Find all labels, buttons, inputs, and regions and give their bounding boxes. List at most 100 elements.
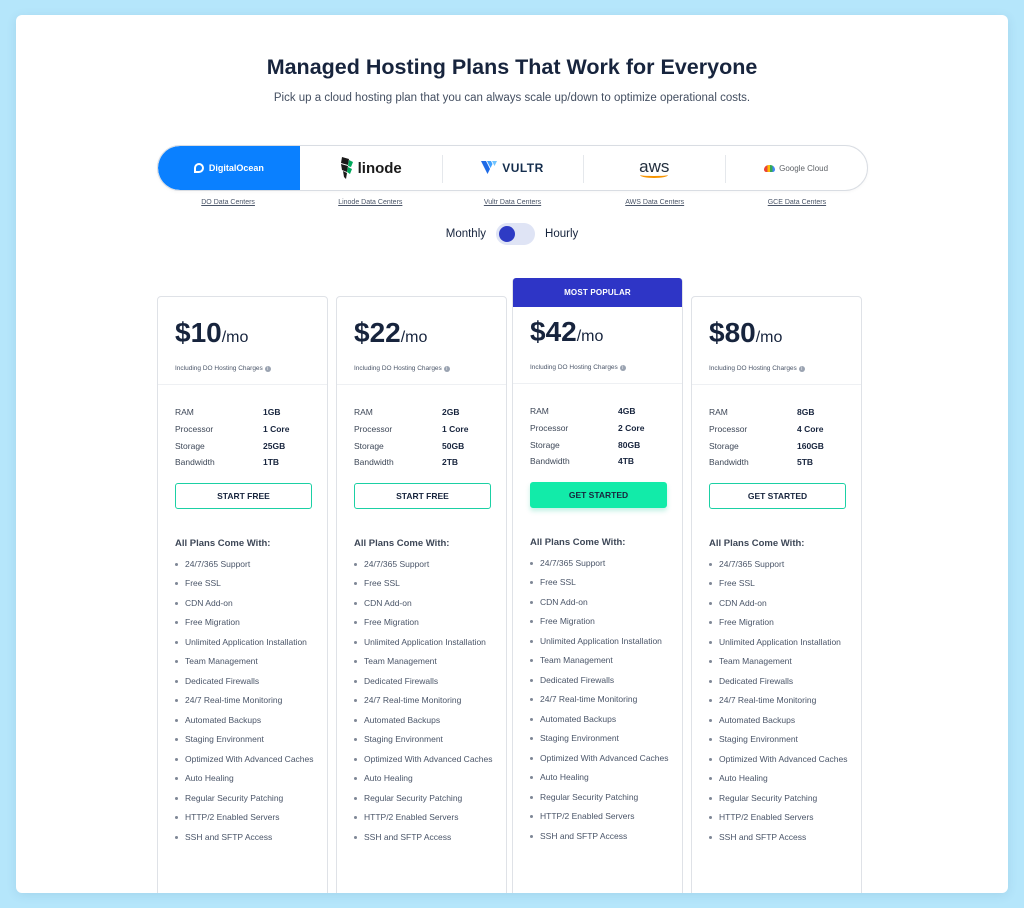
feature-item: Staging Environment <box>175 733 315 746</box>
spec-row: RAM 2GB <box>354 404 506 421</box>
info-icon[interactable]: i <box>264 365 271 372</box>
spec-value: 8GB <box>797 407 815 418</box>
plan-price: $42 /mo <box>530 316 682 356</box>
billing-toggle-row: Monthly Hourly <box>16 222 1008 246</box>
divider <box>158 384 327 385</box>
monthly-label[interactable]: Monthly <box>446 228 486 240</box>
billing-toggle[interactable] <box>496 223 536 245</box>
hourly-label[interactable]: Hourly <box>545 228 578 240</box>
spec-row: Storage 50GB <box>354 437 506 454</box>
info-icon[interactable]: i <box>443 365 450 372</box>
plan-card-42: MOST POPULAR $42 /mo Including DO Hostin… <box>512 278 683 893</box>
feature-item: Optimized With Advanced Caches <box>530 752 670 765</box>
spec-row: RAM 1GB <box>175 404 327 421</box>
digitalocean-logo-icon: DigitalOcean <box>193 163 264 173</box>
start-free-button[interactable]: START FREE <box>354 482 491 509</box>
spec-label: Bandwidth <box>709 457 749 468</box>
info-icon[interactable]: i <box>798 365 805 372</box>
feature-item: Dedicated Firewalls <box>709 675 849 688</box>
feature-item: Staging Environment <box>530 732 670 745</box>
price-unit: /mo <box>221 329 249 346</box>
feature-item: Unlimited Application Installation <box>709 636 849 649</box>
aws-logo-icon: aws <box>639 158 669 178</box>
spec-row: Processor 4 Core <box>709 421 861 438</box>
aws-data-centers-link[interactable]: AWS Data Centers <box>584 199 726 206</box>
feature-item: Free Migration <box>354 616 494 629</box>
provider-tab-linode[interactable]: linode <box>300 146 442 190</box>
price-amount: $22 <box>354 317 401 348</box>
feature-item: Free SSL <box>175 577 315 590</box>
provider-tab-digitalocean[interactable]: DigitalOcean <box>158 146 300 190</box>
provider-tab-google-cloud[interactable]: Google Cloud <box>725 146 867 190</box>
feature-item: 24/7/365 Support <box>530 557 670 570</box>
start-free-button[interactable]: START FREE <box>175 482 312 509</box>
feature-item: HTTP/2 Enabled Servers <box>354 811 494 824</box>
spec-label: Processor <box>175 424 214 435</box>
features-list: 24/7/365 Support Free SSL CDN Add-on Fre… <box>175 558 327 844</box>
get-started-button[interactable]: GET STARTED <box>530 481 667 508</box>
feature-item: Auto Healing <box>175 772 315 785</box>
plan-price: $80 /mo <box>709 317 861 357</box>
provider-name: linode <box>357 159 402 177</box>
provider-tab-aws[interactable]: aws <box>583 146 725 190</box>
price-amount: $80 <box>709 317 756 348</box>
feature-item: 24/7/365 Support <box>175 558 315 571</box>
divider <box>513 383 682 384</box>
linode-data-centers-link[interactable]: Linode Data Centers <box>299 199 441 206</box>
spec-label: Bandwidth <box>175 457 215 468</box>
feature-item: 24/7 Real-time Monitoring <box>354 694 494 707</box>
features-list: 24/7/365 Support Free SSL CDN Add-on Fre… <box>354 558 506 844</box>
hosting-charges-note: Including DO Hosting Charges i <box>530 364 682 371</box>
vultr-data-centers-link[interactable]: Vultr Data Centers <box>441 199 583 206</box>
plan-card-22: $22 /mo Including DO Hosting Charges i R… <box>336 296 507 893</box>
data-center-links: DO Data Centers Linode Data Centers Vult… <box>157 199 868 206</box>
feature-item: 24/7 Real-time Monitoring <box>175 694 315 707</box>
features-title: All Plans Come With: <box>530 536 626 548</box>
feature-item: CDN Add-on <box>709 597 849 610</box>
feature-item: Auto Healing <box>709 772 849 785</box>
spec-row: RAM 4GB <box>530 403 682 420</box>
spec-label: RAM <box>175 407 194 418</box>
spec-row: Bandwidth 5TB <box>709 454 861 471</box>
feature-item: Staging Environment <box>709 733 849 746</box>
feature-item: Automated Backups <box>354 714 494 727</box>
feature-item: Automated Backups <box>709 714 849 727</box>
spec-label: Bandwidth <box>354 457 394 468</box>
plan-price: $22 /mo <box>354 317 506 357</box>
feature-item: SSH and SFTP Access <box>175 831 315 844</box>
hosting-charges-note: Including DO Hosting Charges i <box>709 365 861 372</box>
feature-item: HTTP/2 Enabled Servers <box>709 811 849 824</box>
feature-item: Team Management <box>354 655 494 668</box>
spec-label: Storage <box>175 440 205 451</box>
plan-card-10: $10 /mo Including DO Hosting Charges i R… <box>157 296 328 893</box>
info-icon[interactable]: i <box>619 364 626 371</box>
feature-item: Regular Security Patching <box>530 791 670 804</box>
get-started-button[interactable]: GET STARTED <box>709 482 846 509</box>
features-list: 24/7/365 Support Free SSL CDN Add-on Fre… <box>530 557 682 843</box>
feature-item: SSH and SFTP Access <box>709 831 849 844</box>
gce-data-centers-link[interactable]: GCE Data Centers <box>726 199 868 206</box>
provider-tab-vultr[interactable]: VULTR <box>441 146 584 190</box>
features-title: All Plans Come With: <box>175 537 271 549</box>
spec-label: RAM <box>530 406 549 417</box>
spec-label: Bandwidth <box>530 456 570 467</box>
feature-item: Team Management <box>175 655 315 668</box>
spec-row: Processor 1 Core <box>175 421 327 438</box>
spec-value: 2GB <box>442 407 460 418</box>
feature-item: Regular Security Patching <box>175 792 315 805</box>
feature-item: Team Management <box>709 655 849 668</box>
vultr-logo-icon: VULTR <box>481 161 544 175</box>
spec-value: 4GB <box>618 406 636 417</box>
feature-item: 24/7 Real-time Monitoring <box>709 694 849 707</box>
feature-item: Free SSL <box>354 577 494 590</box>
hosting-charges-text: Including DO Hosting Charges <box>175 365 263 372</box>
spec-value: 80GB <box>618 439 641 450</box>
feature-item: Unlimited Application Installation <box>530 635 670 648</box>
do-data-centers-link[interactable]: DO Data Centers <box>157 199 299 206</box>
spec-label: Processor <box>354 424 393 435</box>
provider-name: DigitalOcean <box>208 163 264 173</box>
spec-row: Storage 25GB <box>175 437 327 454</box>
feature-item: HTTP/2 Enabled Servers <box>175 811 315 824</box>
feature-item: 24/7/365 Support <box>709 558 849 571</box>
spec-row: Processor 2 Core <box>530 420 682 437</box>
